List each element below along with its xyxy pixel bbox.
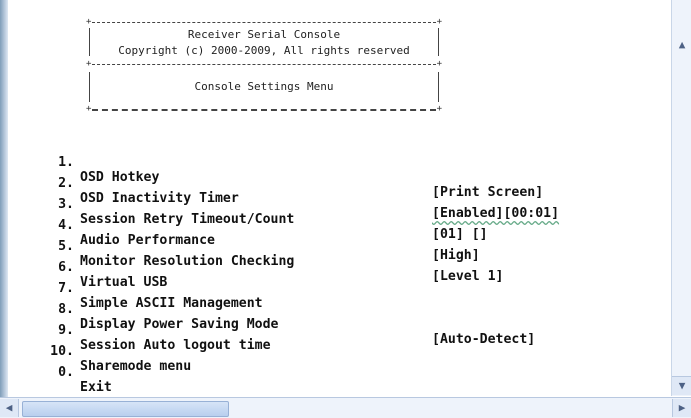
banner-corner: + [86,17,92,27]
chevron-left-icon[interactable]: ◀ [0,399,19,417]
menu-item-virtual-usb[interactable]: 6. Virtual USB [34,245,594,290]
console-banner: + + Receiver Serial Console Copyright (c… [86,18,442,124]
banner-divider [92,64,436,65]
menu-item-monitor-resolution[interactable]: 5. Monitor Resolution Checking [Level 1] [34,224,594,284]
banner-bottom-border [92,109,436,111]
menu-item-osd-inactivity-timer[interactable]: 2. OSD Inactivity Timer [Enabled][00:01] [34,161,594,221]
chevron-right-icon[interactable]: ▶ [672,399,691,417]
menu-item-session-auto-logout[interactable]: 9. Session Auto logout time [34,308,594,353]
menu-heading: Console Settings Menu [194,80,334,93]
banner-corner: + [436,104,442,114]
serial-console-terminal[interactable]: + + Receiver Serial Console Copyright (c… [8,0,671,396]
menu-item-sharemode[interactable]: 10. Sharemode menu [34,329,594,374]
menu-item-simple-ascii[interactable]: 7. Simple ASCII Management [34,266,594,311]
banner-corner: + [86,104,92,114]
horizontal-scrollbar[interactable]: ◀ ▶ [0,397,691,418]
menu-item-osd-hotkey[interactable]: 1. OSD Hotkey [Print Screen] [34,140,594,200]
banner-corner: + [86,59,92,69]
menu-item-audio-performance[interactable]: 4. Audio Performance [High] [34,203,594,263]
banner-title: Receiver Serial Console [187,28,341,41]
menu-item-session-retry[interactable]: 3. Session Retry Timeout/Count [01] [] [34,182,594,242]
horizontal-scroll-thumb[interactable] [22,401,229,417]
banner-corner: + [436,17,442,27]
window-left-border [0,0,8,417]
banner-top-border [92,22,436,23]
banner-copyright: Copyright (c) 2000-2009, All rights rese… [118,44,410,57]
menu-item-exit[interactable]: 0. Exit [34,350,594,395]
banner-corner: + [436,59,442,69]
chevron-up-icon[interactable]: ▲ [672,36,691,54]
menu-item-number: 0. [58,365,74,380]
vertical-scrollbar[interactable]: ▲ ▼ [671,0,691,396]
menu-item-label: Exit [80,380,112,395]
chevron-down-icon[interactable]: ▼ [672,376,691,395]
menu-item-display-power-saving[interactable]: 8. Display Power Saving Mode [Auto-Detec… [34,287,594,347]
